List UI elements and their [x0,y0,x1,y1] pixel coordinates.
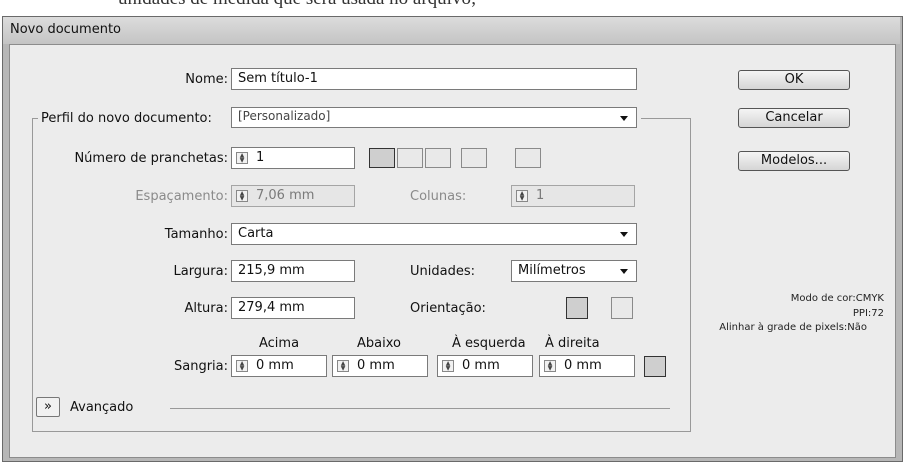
color-mode-info: Modo de cor:CMYK [790,293,884,304]
unidades-value: Milímetros [518,263,586,278]
nome-input[interactable]: Sem título-1 [231,68,637,90]
sangria-top-value: 0 mm [256,358,294,373]
sangria-top-header: Acima [259,336,300,351]
altura-input[interactable]: 279,4 mm [231,297,355,319]
sangria-bottom-header: Abaixo [357,336,401,351]
largura-input[interactable]: 215,9 mm [231,260,355,282]
chevron-down-icon [620,232,628,237]
perfil-group-line-right [641,118,691,119]
arrange-by-column-icon[interactable] [461,148,487,168]
spinner-icon[interactable]: ▲ ▼ [442,360,454,372]
pranchetas-value: 1 [256,150,265,165]
colunas-value: 1 [536,188,545,203]
group-border-right [690,118,691,431]
group-border-left [32,118,33,431]
group-border-bottom [32,431,691,432]
unidades-label: Unidades: [410,264,475,279]
spinner-icon[interactable]: ▲ ▼ [236,152,248,164]
background-document-text: unidades de medida que será usada no arq… [118,0,476,10]
layout-direction-icon[interactable] [515,148,541,168]
portrait-orientation-icon[interactable] [566,297,588,319]
espacamento-value: 7,06 mm [256,188,315,203]
grid-by-row-icon[interactable] [369,148,395,168]
avancado-label: Avançado [70,400,134,415]
colunas-label: Colunas: [410,189,467,204]
dialog-title: Novo documento [10,22,122,37]
spinner-icon[interactable]: ▲ ▼ [337,360,349,372]
unidades-select[interactable]: Milímetros [511,260,637,282]
nome-value: Sem título-1 [238,71,318,86]
sangria-bottom-stepper[interactable]: ▲ ▼ 0 mm [332,355,428,377]
title-bar[interactable] [3,17,900,44]
nome-label: Nome: [185,72,228,87]
largura-value: 215,9 mm [238,263,305,278]
link-bleed-icon[interactable] [644,356,666,377]
sangria-bottom-value: 0 mm [357,358,395,373]
tamanho-select[interactable]: Carta [231,223,637,245]
ppi-info: PPI:72 [852,308,884,319]
spinner-icon[interactable]: ▲ ▼ [236,190,248,202]
perfil-value: [Personalizado] [238,109,331,123]
espacamento-label: Espaçamento: [135,189,228,204]
pranchetas-stepper[interactable]: ▲ ▼ 1 [231,147,355,169]
altura-label: Altura: [184,301,228,316]
sangria-top-stepper[interactable]: ▲ ▼ 0 mm [231,355,327,377]
perfil-label: Perfil do novo documento: [41,111,214,126]
avancado-divider [170,408,670,409]
pranchetas-label: Número de pranchetas: [74,151,228,166]
sangria-right-header: À direita [545,336,600,351]
perfil-select[interactable]: [Personalizado] [231,107,637,128]
models-button[interactable]: Modelos... [738,151,850,171]
chevron-down-icon [620,269,628,274]
spinner-icon[interactable]: ▲ ▼ [236,360,248,372]
chevron-down-icon [620,116,628,121]
colunas-stepper[interactable]: ▲ ▼ 1 [511,185,635,207]
grid-by-column-icon[interactable] [397,148,423,168]
tamanho-value: Carta [238,226,274,241]
orientacao-label: Orientação: [410,301,486,316]
sangria-label: Sangria: [173,359,228,374]
landscape-orientation-icon[interactable] [611,297,633,319]
arrange-by-row-icon[interactable] [425,148,451,168]
espacamento-stepper[interactable]: ▲ ▼ 7,06 mm [231,185,355,207]
sangria-left-stepper[interactable]: ▲ ▼ 0 mm [437,355,533,377]
cancel-button[interactable]: Cancelar [738,108,850,128]
ok-button[interactable]: OK [738,70,850,90]
sangria-right-value: 0 mm [564,358,602,373]
largura-label: Largura: [173,264,228,279]
sangria-left-header: À esquerda [452,336,526,351]
spinner-icon[interactable]: ▲ ▼ [544,360,556,372]
sangria-right-stepper[interactable]: ▲ ▼ 0 mm [539,355,635,377]
pixel-grid-info: Alinhar à grade de pixels:Não [719,322,867,333]
sangria-left-value: 0 mm [462,358,500,373]
tamanho-label: Tamanho: [164,227,228,242]
spinner-icon[interactable]: ▲ ▼ [516,190,528,202]
altura-value: 279,4 mm [238,300,305,315]
expand-advanced-icon[interactable]: » [36,397,60,417]
